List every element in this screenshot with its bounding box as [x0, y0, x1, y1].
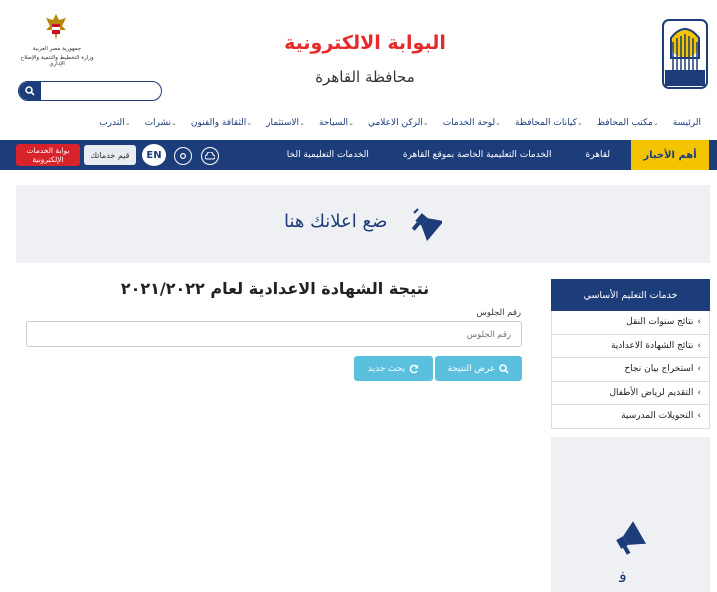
nav-item-label: كيانات المحافظة — [515, 118, 577, 128]
ad-text: ضع اعلانك هنا — [284, 211, 388, 232]
sidebar-item-success-statement[interactable]: استخراج بيان نجاح ‹ — [551, 358, 710, 382]
chevron-left-icon: ‹ — [697, 411, 701, 422]
sidebar-item-label: استخراج بيان نجاح — [624, 364, 694, 375]
nav-item-label: التدرب — [99, 118, 125, 128]
nav-item[interactable]: الثقافة والفنون ⌄ — [185, 118, 260, 128]
seat-number-label: رقم الجلوس — [476, 308, 521, 318]
egypt-line-1: جمهورية مصر العربية — [32, 46, 82, 52]
sidebar-item-kindergarten[interactable]: التقديم لرياض الأطفال ‹ — [551, 381, 710, 405]
nav-item[interactable]: مكتب المحافظ ⌄ — [591, 118, 667, 128]
egypt-ministry-logo[interactable]: جمهورية مصر العربية وزارة التخطيط والتنم… — [14, 12, 100, 70]
new-search-button[interactable]: بحث جديد — [354, 356, 433, 381]
news-ticker[interactable]: لقاهرة الخدمات التعليمية الخاصة بموقع ال… — [250, 140, 610, 170]
instagram-icon[interactable] — [174, 147, 192, 165]
search-input[interactable] — [43, 83, 159, 99]
education-services-sidebar: خدمات التعليم الأساسي نتائج سنوات النقل … — [551, 279, 710, 429]
ticker-item[interactable]: الخدمات التعليمية الخاصة بموقع القاهرة — [403, 150, 552, 160]
news-label[interactable]: أهم الأخبار — [631, 140, 709, 170]
nav-item[interactable]: الاستثمار ⌄ — [260, 118, 313, 128]
sidebar-item-label: التحويلات المدرسية — [621, 411, 694, 422]
chevron-down-icon: ⌄ — [576, 119, 583, 127]
new-search-label: بحث جديد — [367, 363, 406, 373]
main-nav: الرئيسة مكتب المحافظ ⌄ كيانات المحافظة ⌄ لوحة… — [0, 108, 717, 138]
nav-item-label: الثقافة والفنون — [190, 118, 247, 128]
chevron-down-icon: ⌄ — [652, 119, 659, 127]
search-button[interactable] — [19, 82, 41, 100]
ticker-item[interactable]: لقاهرة — [586, 150, 610, 160]
rate-services-button[interactable]: قيم خدماتك — [84, 145, 136, 165]
sidebar-header: خدمات التعليم الأساسي — [551, 279, 710, 311]
eagle-icon — [46, 14, 66, 40]
chevron-down-icon: ⌄ — [246, 119, 253, 127]
nav-item[interactable]: السياحة ⌄ — [313, 118, 362, 128]
chevron-left-icon: ‹ — [697, 317, 701, 328]
chevron-down-icon: ⌄ — [299, 119, 305, 127]
nav-item[interactable]: التدرب ⌄ — [93, 118, 138, 128]
sidebar-item-school-transfers[interactable]: التحويلات المدرسية ‹ — [551, 405, 710, 429]
chevron-down-icon: ⌄ — [124, 119, 131, 127]
chevron-down-icon: ⌄ — [422, 119, 429, 127]
chevron-down-icon: ⌄ — [495, 119, 502, 127]
megaphone-icon — [411, 207, 444, 245]
nav-item-label: نشرات — [144, 118, 172, 128]
chevron-left-icon: ‹ — [697, 340, 701, 351]
chevron-down-icon: ⌄ — [171, 119, 177, 127]
language-en-button[interactable]: EN — [142, 144, 166, 166]
nav-item[interactable]: لوحة الخدمات ⌄ — [437, 118, 509, 128]
show-result-label: عرض النتيجة — [447, 363, 496, 373]
ticker-item[interactable]: الخدمات التعليمية الخا — [287, 150, 369, 160]
sidebar-item-label: نتائج سنوات النقل — [626, 317, 694, 328]
ad-banner[interactable]: ضع اعلانك هنا — [16, 185, 710, 263]
nav-item[interactable]: كيانات المحافظة ⌄ — [509, 118, 591, 128]
nav-item[interactable]: الركن الاعلامي ⌄ — [362, 118, 437, 128]
eservices-portal-button[interactable]: بوابة الخدمات الإلكترونية — [16, 144, 80, 166]
page-title: نتيجة الشهادة الاعدادية لعام ٢٠٢١/٢٠٢٢ — [120, 279, 430, 298]
cairo-logo[interactable] — [661, 18, 709, 90]
show-result-button[interactable]: عرض النتيجة — [435, 356, 522, 381]
search-icon — [25, 86, 35, 96]
chevron-down-icon: ⌄ — [348, 119, 354, 127]
chevron-left-icon: ‹ — [697, 387, 701, 398]
sidebar-item-label: نتائج الشهادة الاعدادية — [610, 340, 694, 351]
search-box — [18, 81, 162, 101]
search-icon — [499, 363, 509, 374]
sidebar-ad[interactable]: ﻓ — [551, 437, 710, 592]
sidebar-item-prep-results[interactable]: نتائج الشهادة الاعدادية ‹ — [551, 334, 710, 358]
ad-text-partial: ﻓ — [619, 567, 627, 586]
site-header: البوابة الالكترونية محافظة القاهرة جمهور… — [0, 0, 717, 108]
nav-item-label: مكتب المحافظ — [596, 118, 653, 128]
refresh-icon — [409, 364, 419, 373]
sidebar-item-label: التقديم لرياض الأطفال — [609, 387, 694, 398]
governorate-subtitle: محافظة القاهرة — [315, 68, 415, 86]
cloud-icon[interactable] — [201, 147, 219, 165]
nav-item-label: لوحة الخدمات — [442, 118, 496, 128]
nav-item-label: السياحة — [318, 118, 349, 128]
chevron-left-icon: ‹ — [697, 364, 701, 375]
megaphone-icon — [611, 521, 649, 559]
nav-item[interactable]: الرئيسة — [667, 118, 707, 128]
egypt-line-2: وزارة التخطيط والتنمية والإصلاح الإداري — [20, 55, 94, 67]
nav-item[interactable]: نشرات ⌄ — [139, 118, 185, 128]
nav-item-label: الركن الاعلامي — [367, 118, 423, 128]
portal-title: البوابة الالكترونية — [284, 32, 446, 54]
news-bar: أهم الأخبار لقاهرة الخدمات التعليمية الخ… — [0, 140, 717, 170]
nav-item-label: الرئيسة — [672, 118, 701, 128]
sidebar-item-transfer-results[interactable]: نتائج سنوات النقل ‹ — [551, 311, 710, 335]
nav-item-label: الاستثمار — [266, 118, 300, 128]
seat-number-input[interactable] — [26, 321, 522, 347]
